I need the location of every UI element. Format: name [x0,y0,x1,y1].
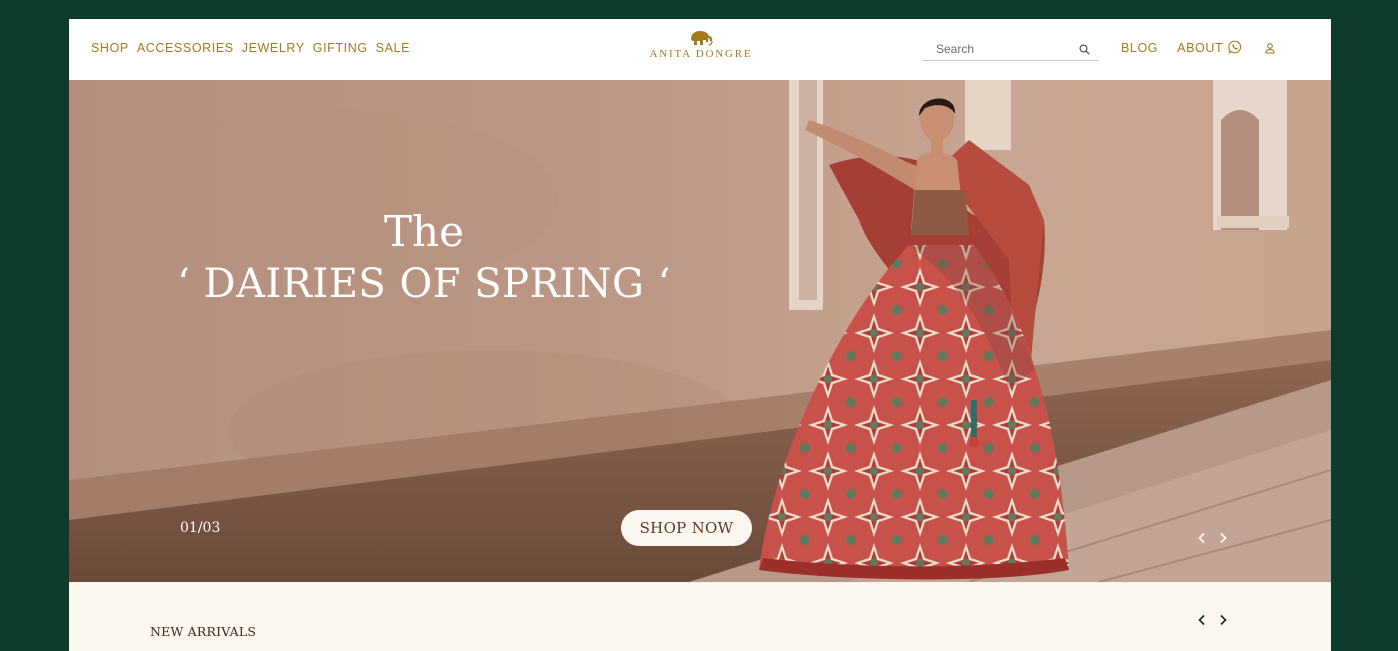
secondary-nav: BLOG ABOUT [1121,41,1223,55]
site-header: SHOP ACCESSORIES JEWELRY GIFTING SALE AN… [69,19,1331,80]
slide-counter: 01/03 [180,520,221,536]
hero-image [69,80,1331,582]
main-nav: SHOP ACCESSORIES JEWELRY GIFTING SALE [91,41,410,55]
nav-shop[interactable]: SHOP [91,41,129,55]
nav-accessories[interactable]: ACCESSORIES [137,41,234,55]
chevron-left-icon[interactable] [1197,532,1207,544]
hero-title-line1: The [384,207,464,256]
elephant-icon [691,31,713,46]
search-input[interactable] [936,41,1066,57]
hero-banner: The ‘ DAIRIES OF SPRING ‘ 01/03 SHOP NOW [69,80,1331,582]
new-arrivals-title: NEW ARRIVALS [150,624,257,639]
chevron-right-icon[interactable] [1218,532,1228,544]
nav-about[interactable]: ABOUT [1177,41,1223,55]
nav-sale[interactable]: SALE [376,41,410,55]
nav-gifting[interactable]: GIFTING [313,41,368,55]
search-bar [922,39,1098,61]
nav-jewelry[interactable]: JEWELRY [242,41,305,55]
brand-name: ANITA DONGRE [649,48,753,60]
chevron-left-icon[interactable] [1197,614,1207,626]
page: SHOP ACCESSORIES JEWELRY GIFTING SALE AN… [69,19,1331,651]
user-icon[interactable] [1264,42,1276,54]
chevron-right-icon[interactable] [1218,614,1228,626]
hero-title-line2: ‘ DAIRIES OF SPRING ‘ [177,261,671,307]
shop-now-button[interactable]: SHOP NOW [621,510,752,546]
whatsapp-icon[interactable] [1228,40,1242,54]
nav-blog[interactable]: BLOG [1121,41,1158,55]
brand-logo[interactable]: ANITA DONGRE [649,30,753,60]
search-icon[interactable] [1079,44,1090,55]
